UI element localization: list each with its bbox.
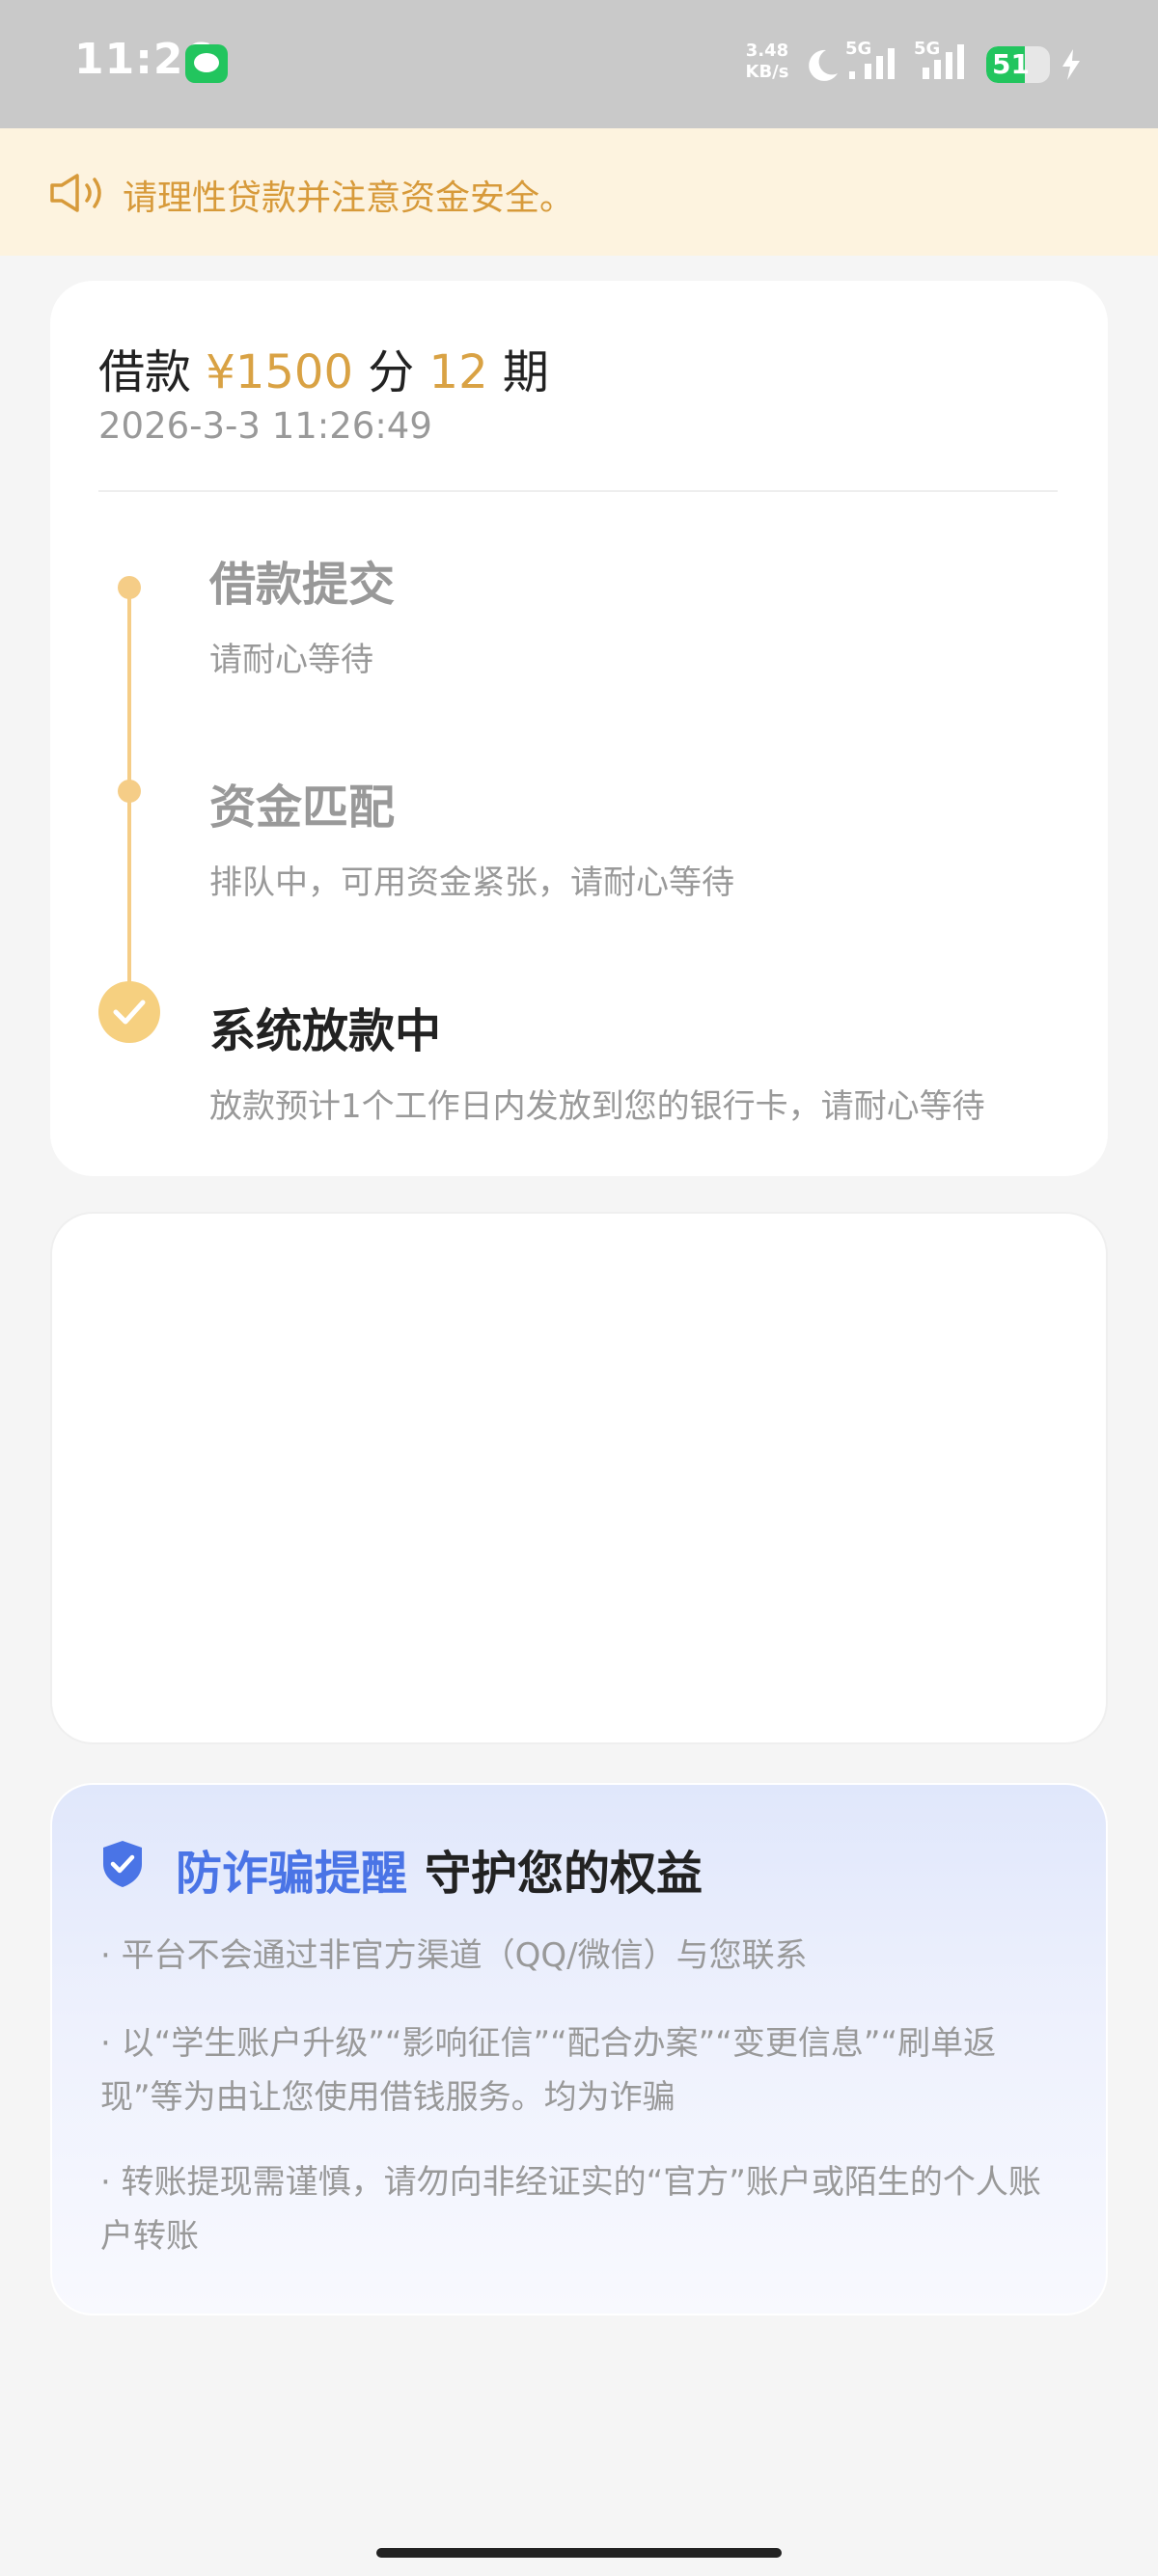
anti-fraud-item-1: · 平台不会通过非官方渠道（QQ/微信）与您联系 [100, 1936, 808, 1975]
step-title-submitted: 借款提交 [209, 558, 396, 612]
loan-summary: 借款 ¥1500 分 12 期 [98, 334, 549, 401]
anti-fraud-item-3: · 转账提现需谨慎，请勿向非经证实的“官方”账户或陌生的个人账户转账 [100, 2163, 1041, 2256]
anti-fraud-title-blue: 防诈骗提醒 [176, 1847, 408, 1901]
timeline-dot-matching [118, 780, 141, 803]
shield-check-icon [103, 1841, 142, 1887]
loan-middle: 分 [368, 345, 415, 399]
timeline-check-icon [98, 981, 160, 1043]
network-speed-value: 3.48 [745, 41, 789, 61]
step-desc-matching: 排队中，可用资金紧张，请耐心等待 [209, 863, 734, 902]
message-app-icon [185, 44, 228, 83]
network-speed: 3.48 KB/s [741, 41, 793, 83]
loan-suffix: 期 [502, 345, 549, 399]
timeline-dot-submitted [118, 576, 141, 599]
battery-level: 51 [992, 48, 1030, 80]
loan-prefix: 借款 [98, 345, 192, 399]
notice-text: 请理性贷款并注意资金安全。 [123, 178, 575, 218]
empty-content-card [50, 1212, 1108, 1744]
home-indicator[interactable] [376, 2548, 782, 2558]
cell-signal-2-icon [923, 44, 964, 79]
anti-fraud-title: 防诈骗提醒 守护您的权益 [176, 1835, 703, 1903]
step-desc-disbursing: 放款预计1个工作日内发放到您的银行卡，请耐心等待 [209, 1087, 985, 1126]
battery-icon: 51 [986, 46, 1050, 83]
divider [98, 490, 1058, 492]
anti-fraud-title-dark: 守护您的权益 [425, 1847, 703, 1901]
step-title-matching: 资金匹配 [209, 781, 396, 835]
cell-signal-1-icon [849, 48, 895, 79]
loan-datetime: 2026-3-3 11:26:49 [98, 405, 432, 447]
loan-amount: ¥1500 [206, 345, 353, 399]
loan-periods: 12 [428, 345, 488, 399]
speaker-icon [50, 174, 101, 212]
network-speed-unit: KB/s [745, 62, 789, 82]
step-title-disbursing: 系统放款中 [209, 1004, 442, 1058]
do-not-disturb-moon-icon [809, 49, 838, 81]
anti-fraud-item-2: · 以“学生账户升级”“影响征信”“配合办案”“变更信息”“刷单返现”等为由让您… [100, 2024, 997, 2117]
step-desc-submitted: 请耐心等待 [209, 641, 373, 679]
charging-bolt-icon [1062, 49, 1080, 80]
